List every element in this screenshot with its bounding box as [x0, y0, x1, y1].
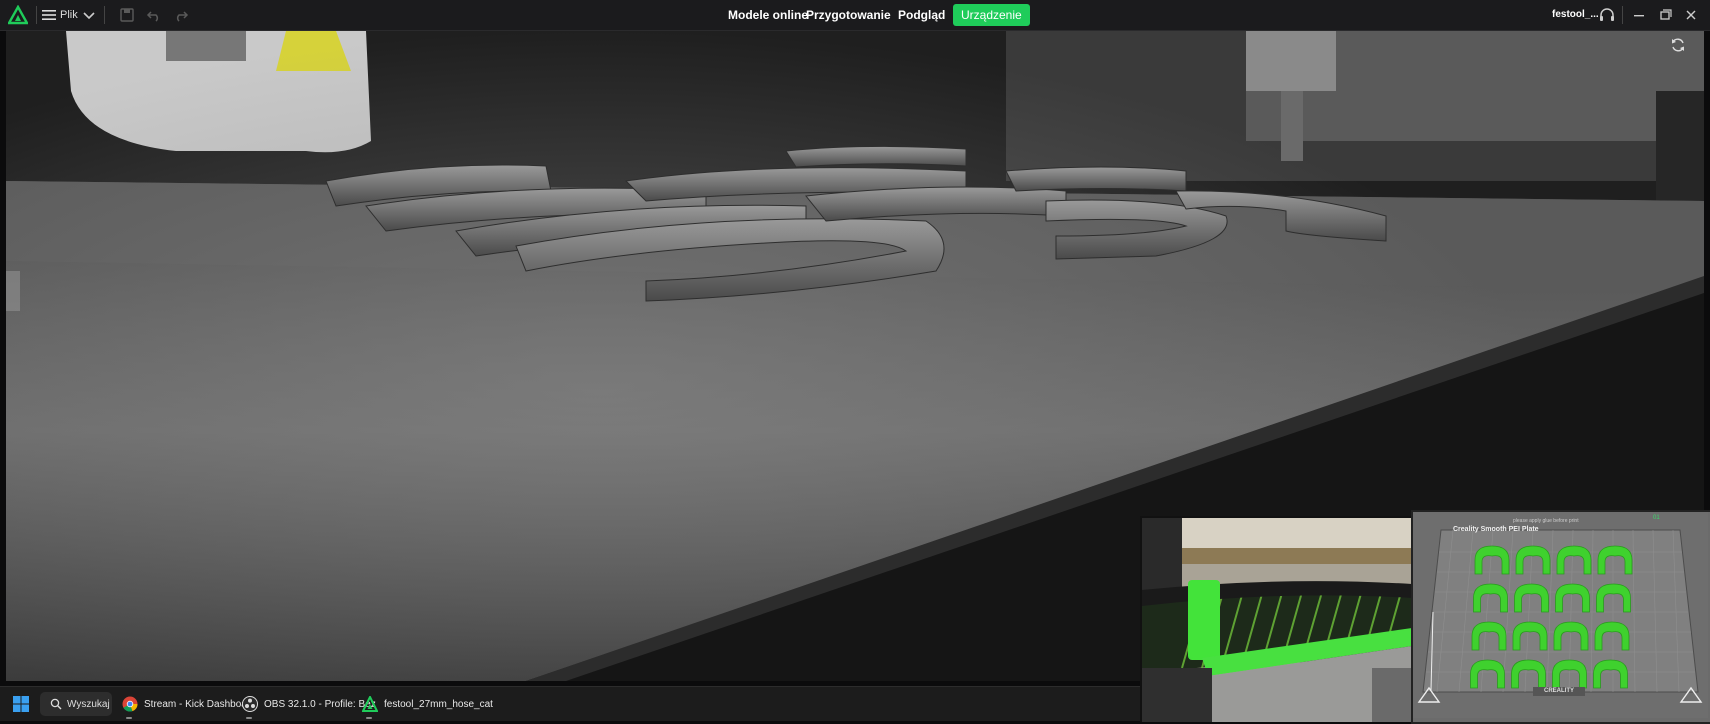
- save-icon[interactable]: [118, 6, 136, 24]
- running-indicator: [126, 717, 132, 719]
- file-menu-label: Plik: [60, 9, 78, 21]
- windows-start-icon[interactable]: [12, 695, 30, 713]
- taskbar-item-creality-print[interactable]: festool_27mm_hose_cat: [362, 692, 493, 719]
- taskbar-item-label: festool_27mm_hose_cat: [384, 698, 493, 710]
- hamburger-icon: [42, 10, 56, 20]
- webcam-overlay: [1140, 516, 1412, 722]
- taskbar-item-label: OBS 32.1.0 - Profile: Bez: [264, 698, 376, 710]
- tab-prepare[interactable]: Przygotowanie: [798, 4, 899, 26]
- divider: [1622, 6, 1623, 24]
- maximize-icon[interactable]: [1656, 6, 1674, 24]
- file-menu-button[interactable]: Plik: [42, 4, 78, 26]
- taskbar-search[interactable]: Wyszukaj: [40, 692, 112, 716]
- webcam-image: [1142, 518, 1412, 722]
- support-headset-icon[interactable]: [1598, 6, 1616, 24]
- divider: [36, 6, 37, 24]
- taskbar-item-obs[interactable]: OBS 32.1.0 - Profile: Bez: [242, 692, 376, 719]
- plate-hint-text: please apply glue before print: [1513, 518, 1579, 524]
- windows-taskbar: Wyszukaj Stream - Kick Dashboar OBS 32.1…: [0, 686, 1140, 721]
- undo-icon[interactable]: [145, 6, 163, 24]
- search-icon: [50, 698, 62, 710]
- redo-icon[interactable]: [172, 6, 190, 24]
- chevron-down-icon[interactable]: [80, 6, 98, 24]
- plate-number: 01: [1653, 515, 1660, 521]
- running-indicator: [366, 717, 372, 719]
- chrome-icon: [122, 696, 138, 712]
- creality-logo-icon: [8, 5, 28, 25]
- plate-preview-overlay: please apply glue before print 01 Creali…: [1411, 510, 1710, 724]
- creality-print-icon: [362, 696, 378, 712]
- obs-icon: [242, 696, 258, 712]
- divider: [104, 6, 105, 24]
- running-indicator: [246, 717, 252, 719]
- refresh-icon[interactable]: [1670, 37, 1686, 53]
- tab-device[interactable]: Urządzenie: [953, 4, 1030, 26]
- taskbar-item-chrome[interactable]: Stream - Kick Dashboar: [122, 692, 251, 719]
- search-label: Wyszukaj: [67, 698, 110, 710]
- tab-preview[interactable]: Podgląd: [890, 4, 953, 26]
- minimize-icon[interactable]: [1630, 6, 1648, 24]
- plate-brand-logo: CREALITY: [1533, 687, 1585, 696]
- app-titlebar: Plik Modele online Przygotowanie Podgląd…: [0, 0, 1710, 31]
- close-icon[interactable]: [1682, 6, 1700, 24]
- plate-name: Creality Smooth PEI Plate: [1453, 526, 1539, 533]
- project-name: festool_...: [1552, 9, 1599, 20]
- taskbar-item-label: Stream - Kick Dashboar: [144, 698, 251, 710]
